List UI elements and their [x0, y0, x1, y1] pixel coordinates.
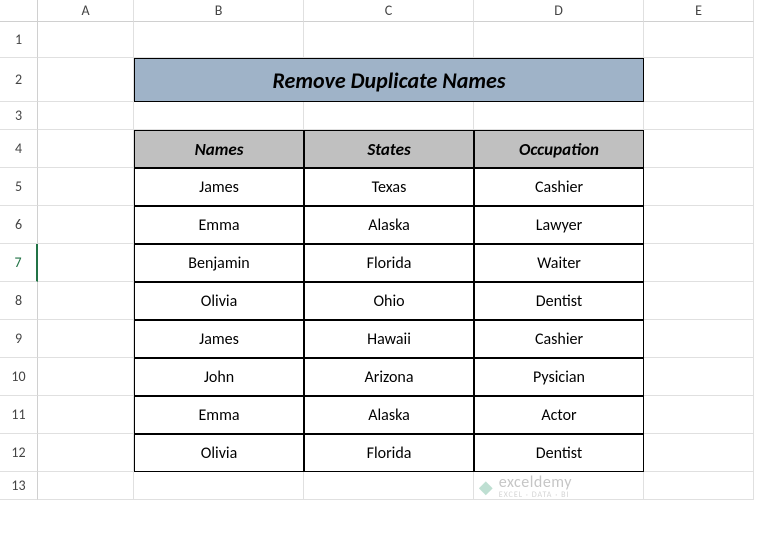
- cell-D1[interactable]: [474, 22, 644, 58]
- cell-C13[interactable]: [304, 472, 474, 500]
- table-cell[interactable]: Emma: [134, 206, 304, 244]
- cell-E7[interactable]: [644, 244, 754, 282]
- cell-D13[interactable]: [474, 472, 644, 500]
- table-cell[interactable]: Florida: [304, 434, 474, 472]
- cell-E10[interactable]: [644, 358, 754, 396]
- col-header-C[interactable]: C: [304, 0, 474, 22]
- table-cell[interactable]: John: [134, 358, 304, 396]
- row-header-9[interactable]: 9: [0, 320, 38, 358]
- table-cell[interactable]: Olivia: [134, 434, 304, 472]
- cell-D3[interactable]: [474, 102, 644, 130]
- cell-A3[interactable]: [38, 102, 134, 130]
- col-header-B[interactable]: B: [134, 0, 304, 22]
- cell-E6[interactable]: [644, 206, 754, 244]
- cell-A10[interactable]: [38, 358, 134, 396]
- table-cell[interactable]: Arizona: [304, 358, 474, 396]
- cell-E5[interactable]: [644, 168, 754, 206]
- row-header-4[interactable]: 4: [0, 130, 38, 168]
- cell-B3[interactable]: [134, 102, 304, 130]
- cell-E3[interactable]: [644, 102, 754, 130]
- cell-A1[interactable]: [38, 22, 134, 58]
- row-header-3[interactable]: 3: [0, 102, 38, 130]
- table-cell[interactable]: Dentist: [474, 434, 644, 472]
- table-cell[interactable]: Waiter: [474, 244, 644, 282]
- select-all-corner[interactable]: [0, 0, 38, 22]
- row-header-7[interactable]: 7: [0, 244, 38, 282]
- table-cell[interactable]: Benjamin: [134, 244, 304, 282]
- cell-A2[interactable]: [38, 58, 134, 102]
- table-cell[interactable]: Alaska: [304, 396, 474, 434]
- col-header-E[interactable]: E: [644, 0, 754, 22]
- table-cell[interactable]: Pysician: [474, 358, 644, 396]
- cell-E13[interactable]: [644, 472, 754, 500]
- cell-A11[interactable]: [38, 396, 134, 434]
- cell-C1[interactable]: [304, 22, 474, 58]
- cell-A5[interactable]: [38, 168, 134, 206]
- table-cell[interactable]: Emma: [134, 396, 304, 434]
- cell-A6[interactable]: [38, 206, 134, 244]
- table-cell[interactable]: Hawaii: [304, 320, 474, 358]
- table-cell[interactable]: Olivia: [134, 282, 304, 320]
- table-header-names[interactable]: Names: [134, 130, 304, 168]
- table-cell[interactable]: Florida: [304, 244, 474, 282]
- col-header-D[interactable]: D: [474, 0, 644, 22]
- row-header-1[interactable]: 1: [0, 22, 38, 58]
- cell-A7[interactable]: [38, 244, 134, 282]
- cell-B13[interactable]: [134, 472, 304, 500]
- cell-A8[interactable]: [38, 282, 134, 320]
- row-header-13[interactable]: 13: [0, 472, 38, 500]
- cell-E1[interactable]: [644, 22, 754, 58]
- spreadsheet-grid[interactable]: A B C D E 1 2 Remove Duplicate Names 3 4…: [0, 0, 767, 500]
- cell-E11[interactable]: [644, 396, 754, 434]
- table-cell[interactable]: James: [134, 320, 304, 358]
- cell-E4[interactable]: [644, 130, 754, 168]
- table-cell[interactable]: Texas: [304, 168, 474, 206]
- cell-A4[interactable]: [38, 130, 134, 168]
- cell-E12[interactable]: [644, 434, 754, 472]
- cell-A9[interactable]: [38, 320, 134, 358]
- cell-A12[interactable]: [38, 434, 134, 472]
- table-header-states[interactable]: States: [304, 130, 474, 168]
- table-cell[interactable]: Lawyer: [474, 206, 644, 244]
- table-header-occupation[interactable]: Occupation: [474, 130, 644, 168]
- cell-A13[interactable]: [38, 472, 134, 500]
- cell-B1[interactable]: [134, 22, 304, 58]
- cell-C3[interactable]: [304, 102, 474, 130]
- cell-E9[interactable]: [644, 320, 754, 358]
- row-header-6[interactable]: 6: [0, 206, 38, 244]
- table-cell[interactable]: Ohio: [304, 282, 474, 320]
- table-cell[interactable]: Alaska: [304, 206, 474, 244]
- table-cell[interactable]: Cashier: [474, 320, 644, 358]
- row-header-12[interactable]: 12: [0, 434, 38, 472]
- row-header-11[interactable]: 11: [0, 396, 38, 434]
- col-header-A[interactable]: A: [38, 0, 134, 22]
- row-header-5[interactable]: 5: [0, 168, 38, 206]
- title-merged-cell[interactable]: Remove Duplicate Names: [134, 58, 644, 102]
- row-header-10[interactable]: 10: [0, 358, 38, 396]
- table-cell[interactable]: James: [134, 168, 304, 206]
- table-cell[interactable]: Actor: [474, 396, 644, 434]
- row-header-2[interactable]: 2: [0, 58, 38, 102]
- cell-E2[interactable]: [644, 58, 754, 102]
- cell-E8[interactable]: [644, 282, 754, 320]
- table-cell[interactable]: Cashier: [474, 168, 644, 206]
- table-cell[interactable]: Dentist: [474, 282, 644, 320]
- row-header-8[interactable]: 8: [0, 282, 38, 320]
